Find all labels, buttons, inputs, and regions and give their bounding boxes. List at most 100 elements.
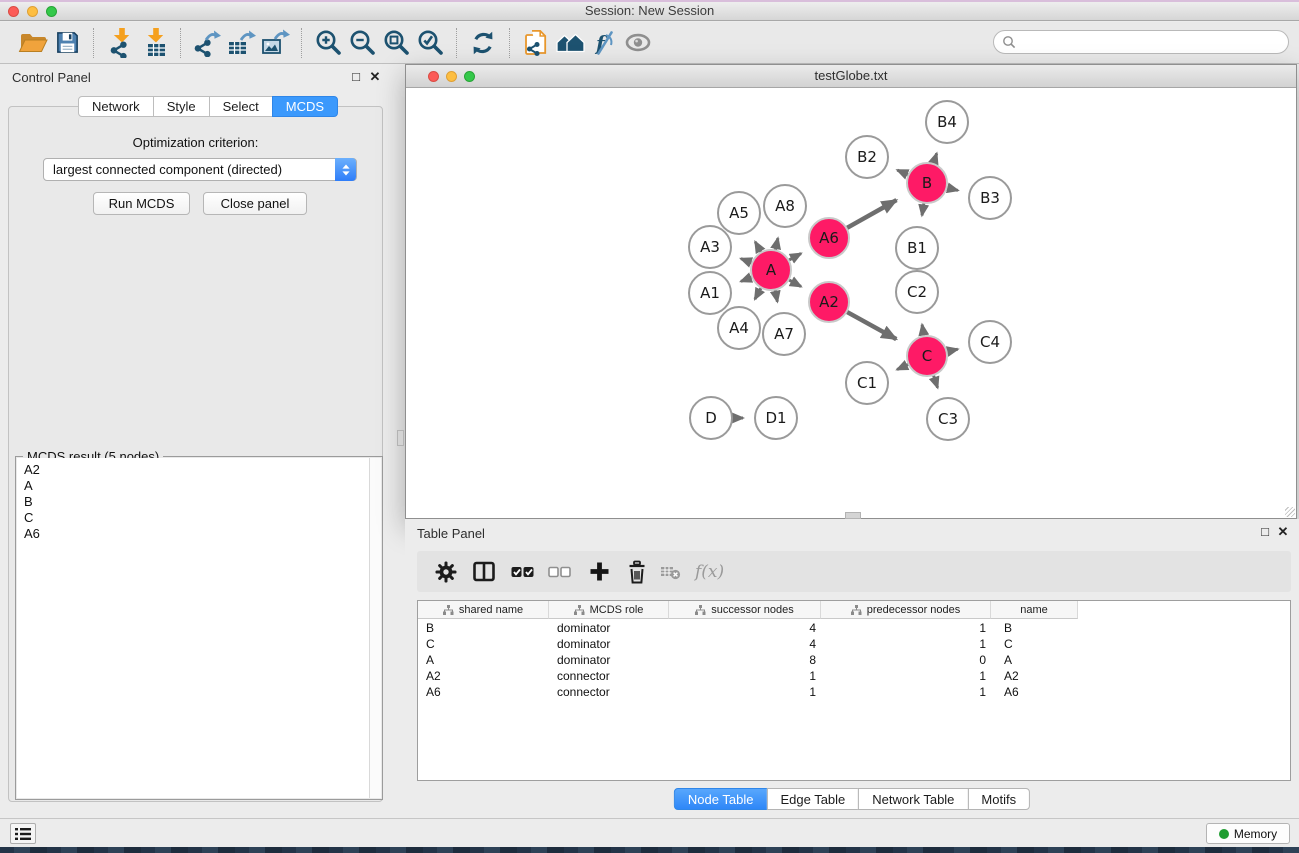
- tab-network-table[interactable]: Network Table: [858, 788, 968, 810]
- cell-name[interactable]: A2: [991, 668, 1078, 684]
- result-item-A6[interactable]: A6: [17, 526, 369, 542]
- first-neighbors-button[interactable]: [553, 26, 587, 60]
- criterion-select[interactable]: largest connected component (directed): [43, 158, 357, 181]
- graph-edge-A-A6[interactable]: [788, 254, 801, 261]
- graph-edge-A-A2[interactable]: [788, 279, 801, 286]
- export-network-button[interactable]: [190, 26, 224, 60]
- import-network-button[interactable]: [103, 26, 137, 60]
- delete-column-button[interactable]: [626, 555, 648, 589]
- graph-node-B4[interactable]: B4: [926, 101, 968, 143]
- table-row-C[interactable]: Cdominator41C: [418, 636, 1078, 652]
- cell-successor-nodes[interactable]: 1: [669, 684, 821, 700]
- deselect-all-columns-button[interactable]: [548, 555, 571, 589]
- tab-node-table[interactable]: Node Table: [674, 788, 768, 810]
- graph-node-A6[interactable]: A6: [809, 218, 849, 258]
- clone-network-button[interactable]: [519, 26, 553, 60]
- tab-network[interactable]: Network: [78, 96, 154, 117]
- zoom-fit-button[interactable]: [379, 26, 413, 60]
- cell-shared-name[interactable]: A2: [418, 668, 549, 684]
- network-window-titlebar[interactable]: testGlobe.txt: [406, 65, 1296, 88]
- graph-node-C[interactable]: C: [907, 336, 947, 376]
- cell-predecessor-nodes[interactable]: 1: [821, 620, 991, 636]
- result-item-A2[interactable]: A2: [17, 462, 369, 478]
- cell-shared-name[interactable]: C: [418, 636, 549, 652]
- graph-edge-B-B1[interactable]: [922, 202, 924, 216]
- open-session-button[interactable]: [16, 26, 50, 60]
- close-table-panel-icon[interactable]: ✕: [1275, 524, 1291, 540]
- cell-MCDS-role[interactable]: connector: [549, 668, 669, 684]
- cell-name[interactable]: B: [991, 620, 1078, 636]
- graph-node-B2[interactable]: B2: [846, 136, 888, 178]
- graph-node-A5[interactable]: A5: [718, 192, 760, 234]
- graph-node-C2[interactable]: C2: [896, 271, 938, 313]
- cell-MCDS-role[interactable]: dominator: [549, 620, 669, 636]
- run-mcds-button[interactable]: Run MCDS: [93, 192, 190, 215]
- graph-edge-C-C1[interactable]: [897, 364, 910, 370]
- table-row-A[interactable]: Adominator80A: [418, 652, 1078, 668]
- search-box[interactable]: [993, 30, 1289, 54]
- network-graph[interactable]: A A1 A2 A3 A4 A5 A6 A7 A8 B B1 B2 B3: [406, 88, 1296, 518]
- search-input[interactable]: [1020, 32, 1288, 52]
- show-graphics-button[interactable]: [621, 26, 655, 60]
- graph-node-C3[interactable]: C3: [927, 398, 969, 440]
- resize-grip[interactable]: [1285, 507, 1295, 517]
- float-panel-icon[interactable]: □: [348, 69, 364, 84]
- add-column-button[interactable]: [589, 555, 610, 589]
- save-session-button[interactable]: [50, 26, 84, 60]
- cell-predecessor-nodes[interactable]: 0: [821, 652, 991, 668]
- table-settings-button[interactable]: [435, 555, 457, 589]
- export-table-button[interactable]: [224, 26, 258, 60]
- select-stepper-icon[interactable]: [335, 158, 356, 181]
- tab-select[interactable]: Select: [209, 96, 273, 117]
- refresh-view-button[interactable]: [466, 26, 500, 60]
- splitpane-handle-vertical[interactable]: [397, 430, 404, 446]
- cell-predecessor-nodes[interactable]: 1: [821, 636, 991, 652]
- cell-predecessor-nodes[interactable]: 1: [821, 668, 991, 684]
- tab-motifs[interactable]: Motifs: [967, 788, 1030, 810]
- column-header-successor-nodes[interactable]: successor nodes: [669, 601, 821, 619]
- zoom-in-button[interactable]: [311, 26, 345, 60]
- export-image-button[interactable]: [258, 26, 292, 60]
- cell-predecessor-nodes[interactable]: 1: [821, 684, 991, 700]
- graph-node-D1[interactable]: D1: [755, 397, 797, 439]
- table-row-A2[interactable]: A2connector11A2: [418, 668, 1078, 684]
- graph-node-D[interactable]: D: [690, 397, 732, 439]
- tab-style[interactable]: Style: [153, 96, 210, 117]
- cell-shared-name[interactable]: A6: [418, 684, 549, 700]
- splitpane-handle-horizontal[interactable]: [845, 512, 861, 519]
- column-header-name[interactable]: name: [991, 601, 1078, 619]
- cell-shared-name[interactable]: B: [418, 620, 549, 636]
- close-panel-icon[interactable]: ✕: [367, 69, 383, 85]
- cell-shared-name[interactable]: A: [418, 652, 549, 668]
- column-header-MCDS-role[interactable]: MCDS role: [549, 601, 669, 619]
- graph-edge-A-A8[interactable]: [775, 238, 778, 251]
- float-table-panel-icon[interactable]: □: [1257, 524, 1273, 539]
- table-row-A6[interactable]: A6connector11A6: [418, 684, 1078, 700]
- mcds-result-list[interactable]: A2ABCA6: [17, 458, 369, 798]
- table-row-B[interactable]: Bdominator41B: [418, 620, 1078, 636]
- cell-MCDS-role[interactable]: connector: [549, 684, 669, 700]
- import-table-button[interactable]: [137, 26, 171, 60]
- close-panel-button[interactable]: Close panel: [203, 192, 307, 215]
- memory-button[interactable]: Memory: [1206, 823, 1290, 844]
- zoom-selected-button[interactable]: [413, 26, 447, 60]
- result-scrollbar[interactable]: [369, 458, 381, 798]
- cell-successor-nodes[interactable]: 4: [669, 636, 821, 652]
- cell-successor-nodes[interactable]: 4: [669, 620, 821, 636]
- graph-node-A1[interactable]: A1: [689, 272, 731, 314]
- cell-MCDS-role[interactable]: dominator: [549, 652, 669, 668]
- cell-successor-nodes[interactable]: 1: [669, 668, 821, 684]
- result-item-B[interactable]: B: [17, 494, 369, 510]
- column-header-predecessor-nodes[interactable]: predecessor nodes: [821, 601, 991, 619]
- graph-node-C4[interactable]: C4: [969, 321, 1011, 363]
- cell-MCDS-role[interactable]: dominator: [549, 636, 669, 652]
- column-header-shared-name[interactable]: shared name: [418, 601, 549, 619]
- network-canvas[interactable]: A A1 A2 A3 A4 A5 A6 A7 A8 B B1 B2 B3: [406, 88, 1296, 518]
- result-item-C[interactable]: C: [17, 510, 369, 526]
- graph-edge-A2-C[interactable]: [846, 311, 897, 339]
- graph-node-C1[interactable]: C1: [846, 362, 888, 404]
- zoom-out-button[interactable]: [345, 26, 379, 60]
- graph-edge-A-A5[interactable]: [755, 242, 762, 254]
- graph-edge-A6-B[interactable]: [846, 200, 897, 229]
- graph-node-A8[interactable]: A8: [764, 185, 806, 227]
